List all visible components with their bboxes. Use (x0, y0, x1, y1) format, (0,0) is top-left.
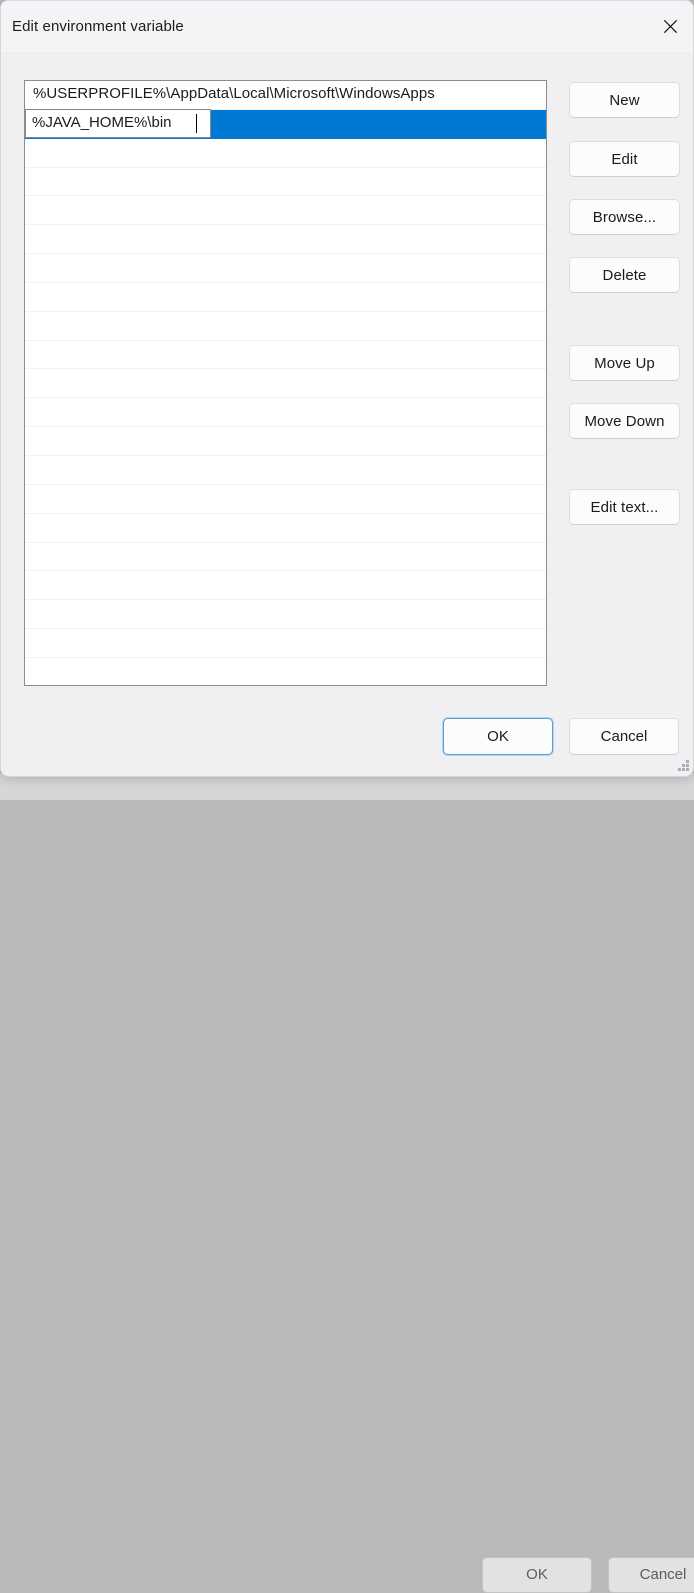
list-item[interactable] (25, 282, 546, 312)
list-item[interactable] (25, 340, 546, 370)
list-item[interactable] (25, 398, 546, 428)
edit-button[interactable]: Edit (569, 141, 680, 177)
list-item[interactable] (25, 254, 546, 283)
background-ok-button[interactable]: OK (482, 1557, 592, 1593)
new-button[interactable]: New (569, 82, 680, 118)
list-item[interactable] (25, 571, 546, 601)
list-item[interactable] (25, 225, 546, 255)
move-down-button[interactable]: Move Down (569, 403, 680, 439)
list-item[interactable] (25, 427, 546, 456)
close-icon[interactable] (647, 1, 693, 51)
resize-grip[interactable] (677, 760, 690, 773)
title-bar[interactable]: Edit environment variable (1, 1, 693, 53)
list-item[interactable] (25, 138, 546, 168)
list-item[interactable] (25, 311, 546, 341)
ok-button[interactable]: OK (443, 718, 553, 755)
move-up-button[interactable]: Move Up (569, 345, 680, 381)
list-item[interactable]: %USERPROFILE%\AppData\Local\Microsoft\Wi… (25, 81, 546, 110)
window-title: Edit environment variable (12, 18, 184, 35)
list-item[interactable] (25, 657, 546, 685)
text-caret (196, 113, 197, 133)
list-item[interactable] (25, 167, 546, 197)
list-item[interactable] (25, 513, 546, 543)
list-item[interactable] (25, 542, 546, 572)
cancel-button[interactable]: Cancel (569, 718, 679, 755)
list-item-label: %USERPROFILE%\AppData\Local\Microsoft\Wi… (33, 85, 435, 102)
edit-environment-variable-dialog: Edit environment variable %USERPROFILE%\… (0, 0, 694, 777)
inline-edit-input[interactable]: %JAVA_HOME%\bin (25, 108, 211, 138)
inline-edit-value: %JAVA_HOME%\bin (32, 113, 172, 131)
list-item[interactable]: %JAVA_HOME%\bin (25, 108, 546, 139)
list-item[interactable] (25, 455, 546, 485)
edit-text-button[interactable]: Edit text... (569, 489, 680, 525)
list-item[interactable] (25, 600, 546, 630)
list-item[interactable] (25, 369, 546, 399)
list-item[interactable] (25, 484, 546, 514)
list-item[interactable] (25, 196, 546, 226)
path-entries-list[interactable]: %USERPROFILE%\AppData\Local\Microsoft\Wi… (24, 80, 547, 686)
browse-button[interactable]: Browse... (569, 199, 680, 235)
list-item[interactable] (25, 629, 546, 658)
delete-button[interactable]: Delete (569, 257, 680, 293)
background-cancel-button[interactable]: Cancel (608, 1557, 694, 1593)
